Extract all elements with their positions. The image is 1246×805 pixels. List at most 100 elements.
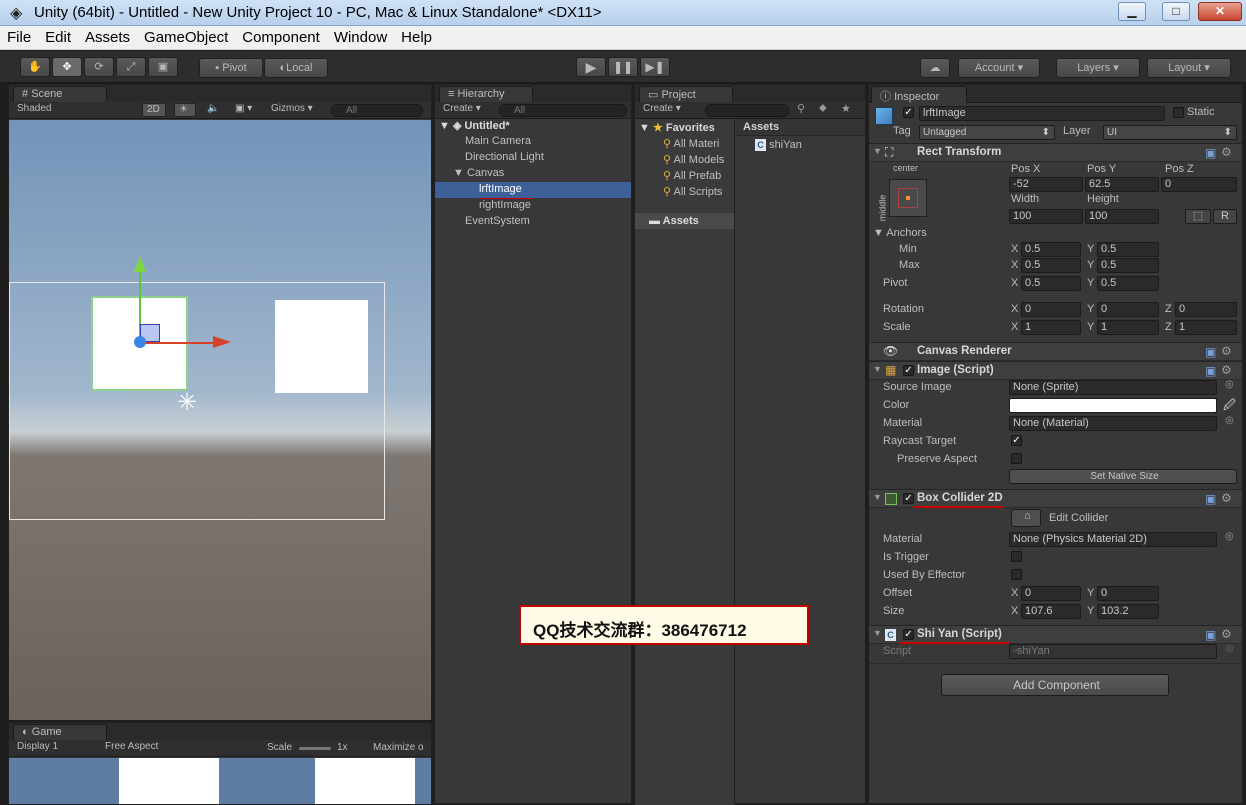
help-icon[interactable]: ▣ [1205,146,1216,160]
project-search-input[interactable] [705,104,789,117]
menu-gameobject[interactable]: GameObject [137,26,235,46]
box-collider-enabled-checkbox[interactable]: ✓ [903,493,914,504]
rotation-z-input[interactable]: 0 [1175,302,1237,317]
favorites-header[interactable]: ▼ ★ Favorites [639,121,715,134]
favorite-all-prefabs[interactable]: ⚲ All Prefab [663,169,721,182]
favorite-all-scripts[interactable]: ⚲ All Scripts [663,185,722,198]
move-tool-button[interactable]: ✥ [52,57,82,77]
hierarchy-create-dropdown[interactable]: Create ▾ [439,103,491,117]
right-image[interactable] [275,300,368,393]
gear-icon[interactable]: ⚙ [1221,363,1232,377]
star-icon[interactable]: ★ [841,102,851,115]
is-trigger-checkbox[interactable] [1011,551,1022,562]
help-icon[interactable]: ▣ [1205,492,1216,506]
pos-y-input[interactable]: 62.5 [1085,177,1159,192]
anchor-min-x-input[interactable]: 0.5 [1021,242,1081,257]
rotation-y-input[interactable]: 0 [1097,302,1159,317]
tag-dropdown[interactable]: Untagged ⬍ [919,125,1055,140]
anchor-min-y-input[interactable]: 0.5 [1097,242,1159,257]
layout-dropdown[interactable]: Layout ▾ [1147,58,1231,78]
gizmos-dropdown[interactable]: Gizmos ▾ [267,103,325,117]
menu-file[interactable]: File [0,26,38,46]
edit-collider-button[interactable]: ⌂ [1011,509,1041,527]
minimize-button[interactable]: ▁ [1118,2,1146,21]
tab-inspector[interactable]: ⓘ Inspector [871,86,967,103]
gear-icon[interactable]: ⚙ [1221,627,1232,641]
favorite-all-materials[interactable]: ⚲ All Materi [663,137,719,150]
scale-x-input[interactable]: 1 [1021,320,1081,335]
layers-dropdown[interactable]: Layers ▾ [1056,58,1140,78]
account-dropdown[interactable]: Account ▾ [958,58,1040,78]
help-icon[interactable]: ▣ [1205,345,1216,359]
maximize-button[interactable]: □ [1162,2,1190,21]
filter-type-icon[interactable]: ⚲ [797,102,805,115]
mode-2d-toggle[interactable]: 2D [142,103,166,117]
image-component-header[interactable]: ▼ ▦ ✓ Image (Script) ▣ ⚙ [869,361,1242,380]
material-field[interactable]: None (Material) [1009,416,1217,431]
menu-assets[interactable]: Assets [78,26,137,46]
asset-shiyan[interactable]: C shiYan [755,139,802,151]
offset-y-input[interactable]: 0 [1097,586,1159,601]
maximize-on-play-toggle[interactable]: Maximize o [373,742,424,753]
object-name-input[interactable]: lrftImage [919,106,1165,121]
filter-label-icon[interactable]: ⬥ [819,102,827,115]
hierarchy-item-canvas[interactable]: ▼ Canvas [453,167,504,179]
scale-y-input[interactable]: 1 [1097,320,1159,335]
help-icon[interactable]: ▣ [1205,628,1216,642]
effects-toggle[interactable]: ▣ ▾ [231,103,261,117]
static-checkbox[interactable] [1173,107,1184,118]
gear-icon[interactable]: ⚙ [1221,145,1232,159]
size-y-input[interactable]: 103.2 [1097,604,1159,619]
audio-toggle[interactable]: 🔈 [203,103,225,117]
menu-help[interactable]: Help [394,26,439,46]
set-native-size-button[interactable]: Set Native Size [1009,469,1237,484]
anchor-presets-button[interactable] [889,179,927,217]
offset-x-input[interactable]: 0 [1021,586,1081,601]
gear-icon[interactable]: ⚙ [1221,344,1232,358]
hierarchy-item-lrftimage[interactable]: lrftImage [479,183,522,195]
eyedropper-icon[interactable]: 🖉 [1223,396,1236,417]
tab-project[interactable]: ▭ Project [639,86,733,103]
cloud-button[interactable]: ☁ [920,58,950,78]
assets-folder[interactable]: ▬ Assets [649,215,699,227]
lighting-toggle[interactable]: ☀ [174,103,196,117]
hand-tool-button[interactable]: ✋ [20,57,50,77]
object-picker-icon[interactable]: ◎ [1225,415,1234,426]
project-create-dropdown[interactable]: Create ▾ [639,103,691,117]
pivot-x-input[interactable]: 0.5 [1021,276,1081,291]
object-picker-icon[interactable]: ◎ [1225,531,1234,542]
color-swatch[interactable] [1009,398,1217,413]
active-checkbox[interactable]: ✓ [903,107,914,118]
used-by-effector-checkbox[interactable] [1011,569,1022,580]
menu-window[interactable]: Window [327,26,394,46]
pos-z-input[interactable]: 0 [1161,177,1237,192]
game-viewport[interactable] [9,758,431,804]
object-picker-icon[interactable]: ◎ [1225,379,1234,390]
display-dropdown[interactable]: Display 1 [13,741,99,755]
blueprint-mode-button[interactable]: ⬚ [1185,209,1211,224]
hierarchy-scene-root[interactable]: ▼ ◈ Untitled* [439,119,510,132]
width-input[interactable]: 100 [1009,209,1083,224]
hierarchy-item-directional-light[interactable]: Directional Light [465,151,544,163]
tab-game[interactable]: ◐ Game [13,724,107,741]
anchor-max-y-input[interactable]: 0.5 [1097,258,1159,273]
anchors-foldout[interactable]: ▼ Anchors [873,227,927,239]
raycast-target-checkbox[interactable]: ✓ [1011,435,1022,446]
close-button[interactable]: ✕ [1198,2,1242,21]
scale-slider[interactable] [299,747,331,750]
pivot-y-input[interactable]: 0.5 [1097,276,1159,291]
source-image-field[interactable]: None (Sprite) [1009,380,1217,395]
scene-viewport[interactable]: ✳ [9,120,431,720]
help-icon[interactable]: ▣ [1205,364,1216,378]
tab-hierarchy[interactable]: ≡ Hierarchy [439,86,533,103]
menu-component[interactable]: Component [235,26,327,46]
canvas-renderer-header[interactable]: 👁 Canvas Renderer ▣ ⚙ [869,342,1242,361]
play-button[interactable]: ▶ [576,57,606,77]
rotation-x-input[interactable]: 0 [1021,302,1081,317]
rect-transform-header[interactable]: ▼ ⛶ Rect Transform ▣ ⚙ [869,143,1242,162]
pos-x-input[interactable]: -52 [1009,177,1083,192]
pivot-toggle[interactable]: ▪ Pivot [199,58,263,78]
script-enabled-checkbox[interactable]: ✓ [903,629,914,640]
favorite-all-models[interactable]: ⚲ All Models [663,153,724,166]
assets-breadcrumb[interactable]: Assets [743,121,779,133]
